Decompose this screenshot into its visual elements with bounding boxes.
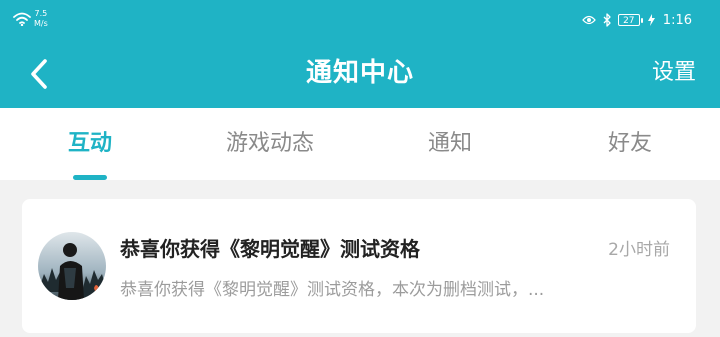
network-speed-value: 7.5 [34,9,48,18]
tab-bar: 互动 游戏动态 通知 好友 [0,108,720,180]
notification-center-screen: 7.5 M/s 27 1:16 通知中心 设置 互动 游戏动态 通知 好友 恭喜… [0,0,720,337]
network-speed: 7.5 M/s [34,9,48,29]
tab-game-news[interactable]: 游戏动态 [200,108,340,180]
page-title: 通知中心 [305,58,414,88]
settings-button[interactable]: 设置 [652,40,696,108]
notification-preview: 恭喜你获得《黎明觉醒》测试资格，本次为删档测试，... [120,280,545,300]
bluetooth-icon [603,13,611,27]
tab-notifications[interactable]: 通知 [380,108,520,180]
avatar [38,232,106,300]
clock: 1:16 [662,12,692,28]
active-tab-indicator [73,175,107,180]
eye-icon [581,15,596,25]
wifi-icon [13,11,31,30]
charging-icon [647,14,655,26]
tab-friends[interactable]: 好友 [560,108,700,180]
app-header: 通知中心 设置 [0,40,720,108]
notification-title: 恭喜你获得《黎明觉醒》测试资格 [120,237,420,261]
notification-card[interactable]: 恭喜你获得《黎明觉醒》测试资格 2小时前 恭喜你获得《黎明觉醒》测试资格，本次为… [22,199,696,333]
status-bar: 7.5 M/s 27 1:16 [0,0,720,40]
status-indicators: 27 1:16 [581,10,692,30]
notification-time: 2小时前 [608,240,670,260]
network-speed-unit: M/s [34,19,48,28]
tab-interaction[interactable]: 互动 [20,108,160,180]
battery-icon: 27 [617,14,643,26]
